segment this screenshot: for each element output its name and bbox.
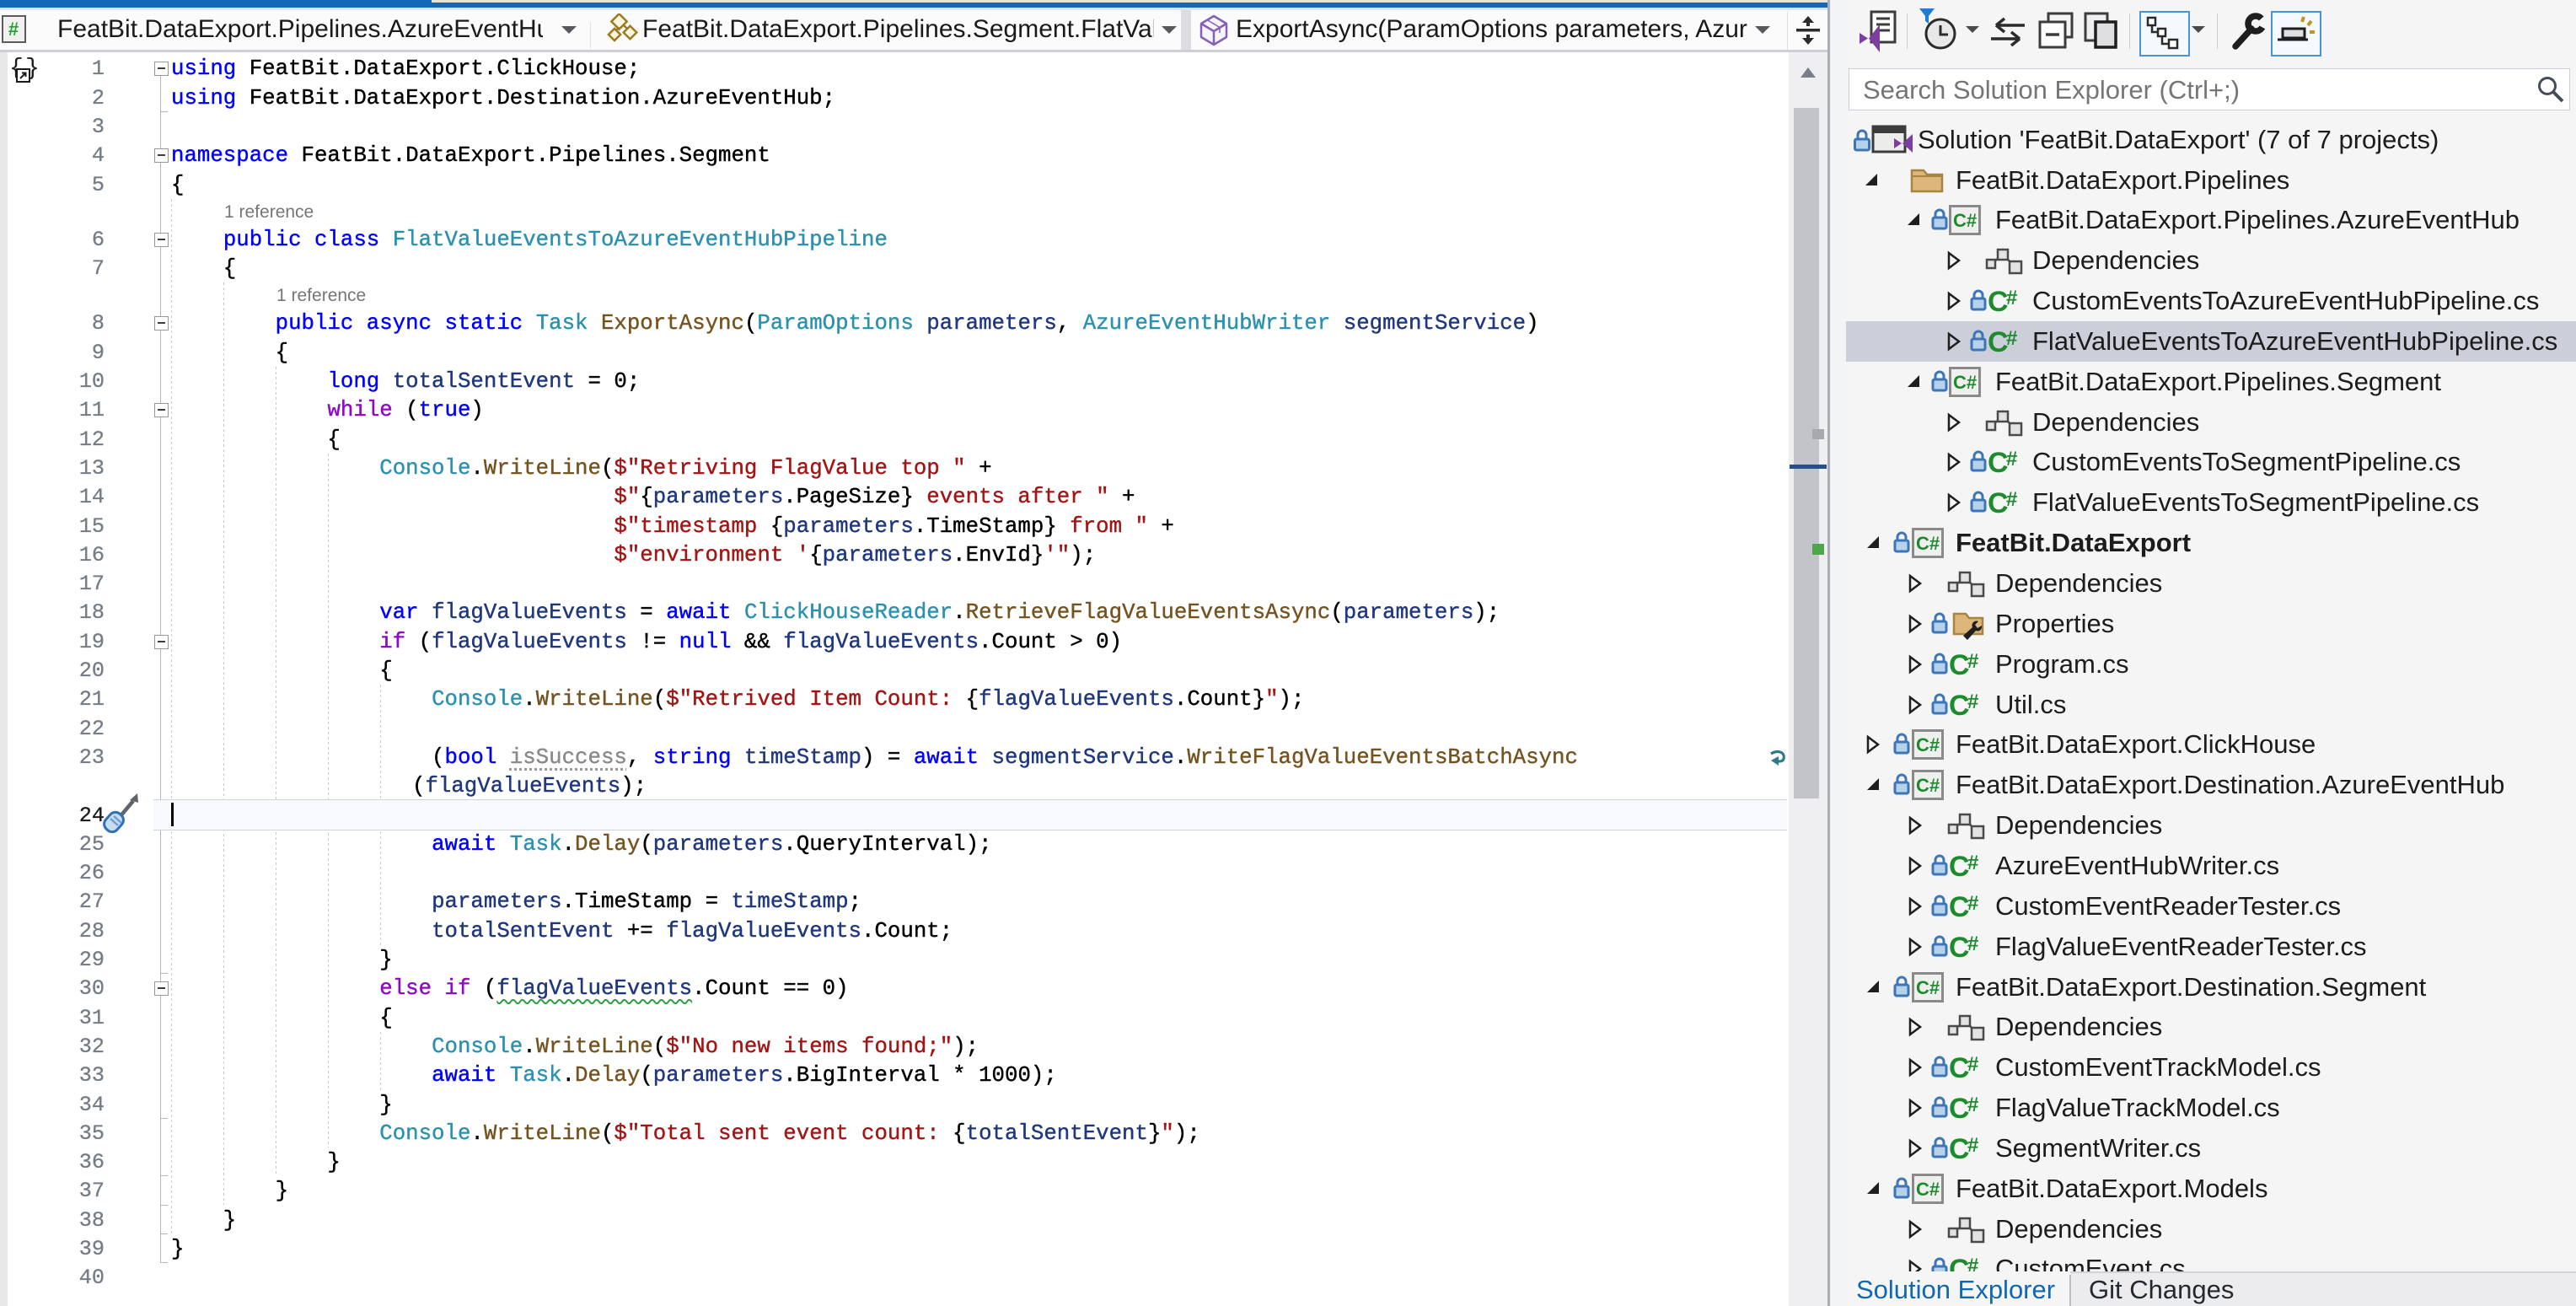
- svg-text:#: #: [8, 19, 19, 40]
- svg-text:C: C: [1949, 1093, 1970, 1123]
- svg-text:#: #: [2006, 287, 2017, 309]
- svg-text:C: C: [1949, 1052, 1970, 1083]
- svg-text:#: #: [1967, 1094, 1978, 1116]
- svg-text:#: #: [2006, 488, 2017, 511]
- svg-text:C: C: [1988, 286, 2009, 316]
- svg-text:#: #: [1967, 932, 1978, 955]
- svg-text:#: #: [2006, 327, 2017, 350]
- svg-text:C: C: [1949, 649, 1970, 680]
- svg-text:C: C: [1949, 891, 1970, 922]
- svg-text:C: C: [1988, 326, 2009, 357]
- svg-text:C#: C#: [1916, 977, 1940, 998]
- svg-text:#: #: [1967, 1053, 1978, 1076]
- svg-text:#: #: [1967, 1134, 1978, 1157]
- svg-text:C#: C#: [1916, 775, 1940, 796]
- svg-text:#: #: [1967, 1255, 1978, 1272]
- svg-text:C: C: [1988, 487, 2009, 518]
- svg-text:C#: C#: [1916, 533, 1940, 554]
- svg-text:C: C: [1949, 690, 1970, 720]
- svg-text:C#: C#: [1916, 734, 1940, 755]
- svg-text:#: #: [1967, 852, 1978, 874]
- svg-text:#: #: [1967, 892, 1978, 915]
- svg-text:C: C: [1949, 851, 1970, 881]
- svg-text:C#: C#: [1916, 1179, 1940, 1200]
- svg-text:C: C: [1949, 932, 1970, 962]
- svg-text:C: C: [1988, 447, 2009, 477]
- svg-text:C#: C#: [1953, 372, 1977, 393]
- svg-text:C: C: [1949, 1254, 1970, 1272]
- svg-text:#: #: [1967, 650, 1978, 673]
- svg-text:C#: C#: [1953, 210, 1977, 231]
- svg-text:#: #: [2006, 448, 2017, 470]
- svg-text:C: C: [1949, 1133, 1970, 1164]
- svg-text:#: #: [1967, 691, 1978, 713]
